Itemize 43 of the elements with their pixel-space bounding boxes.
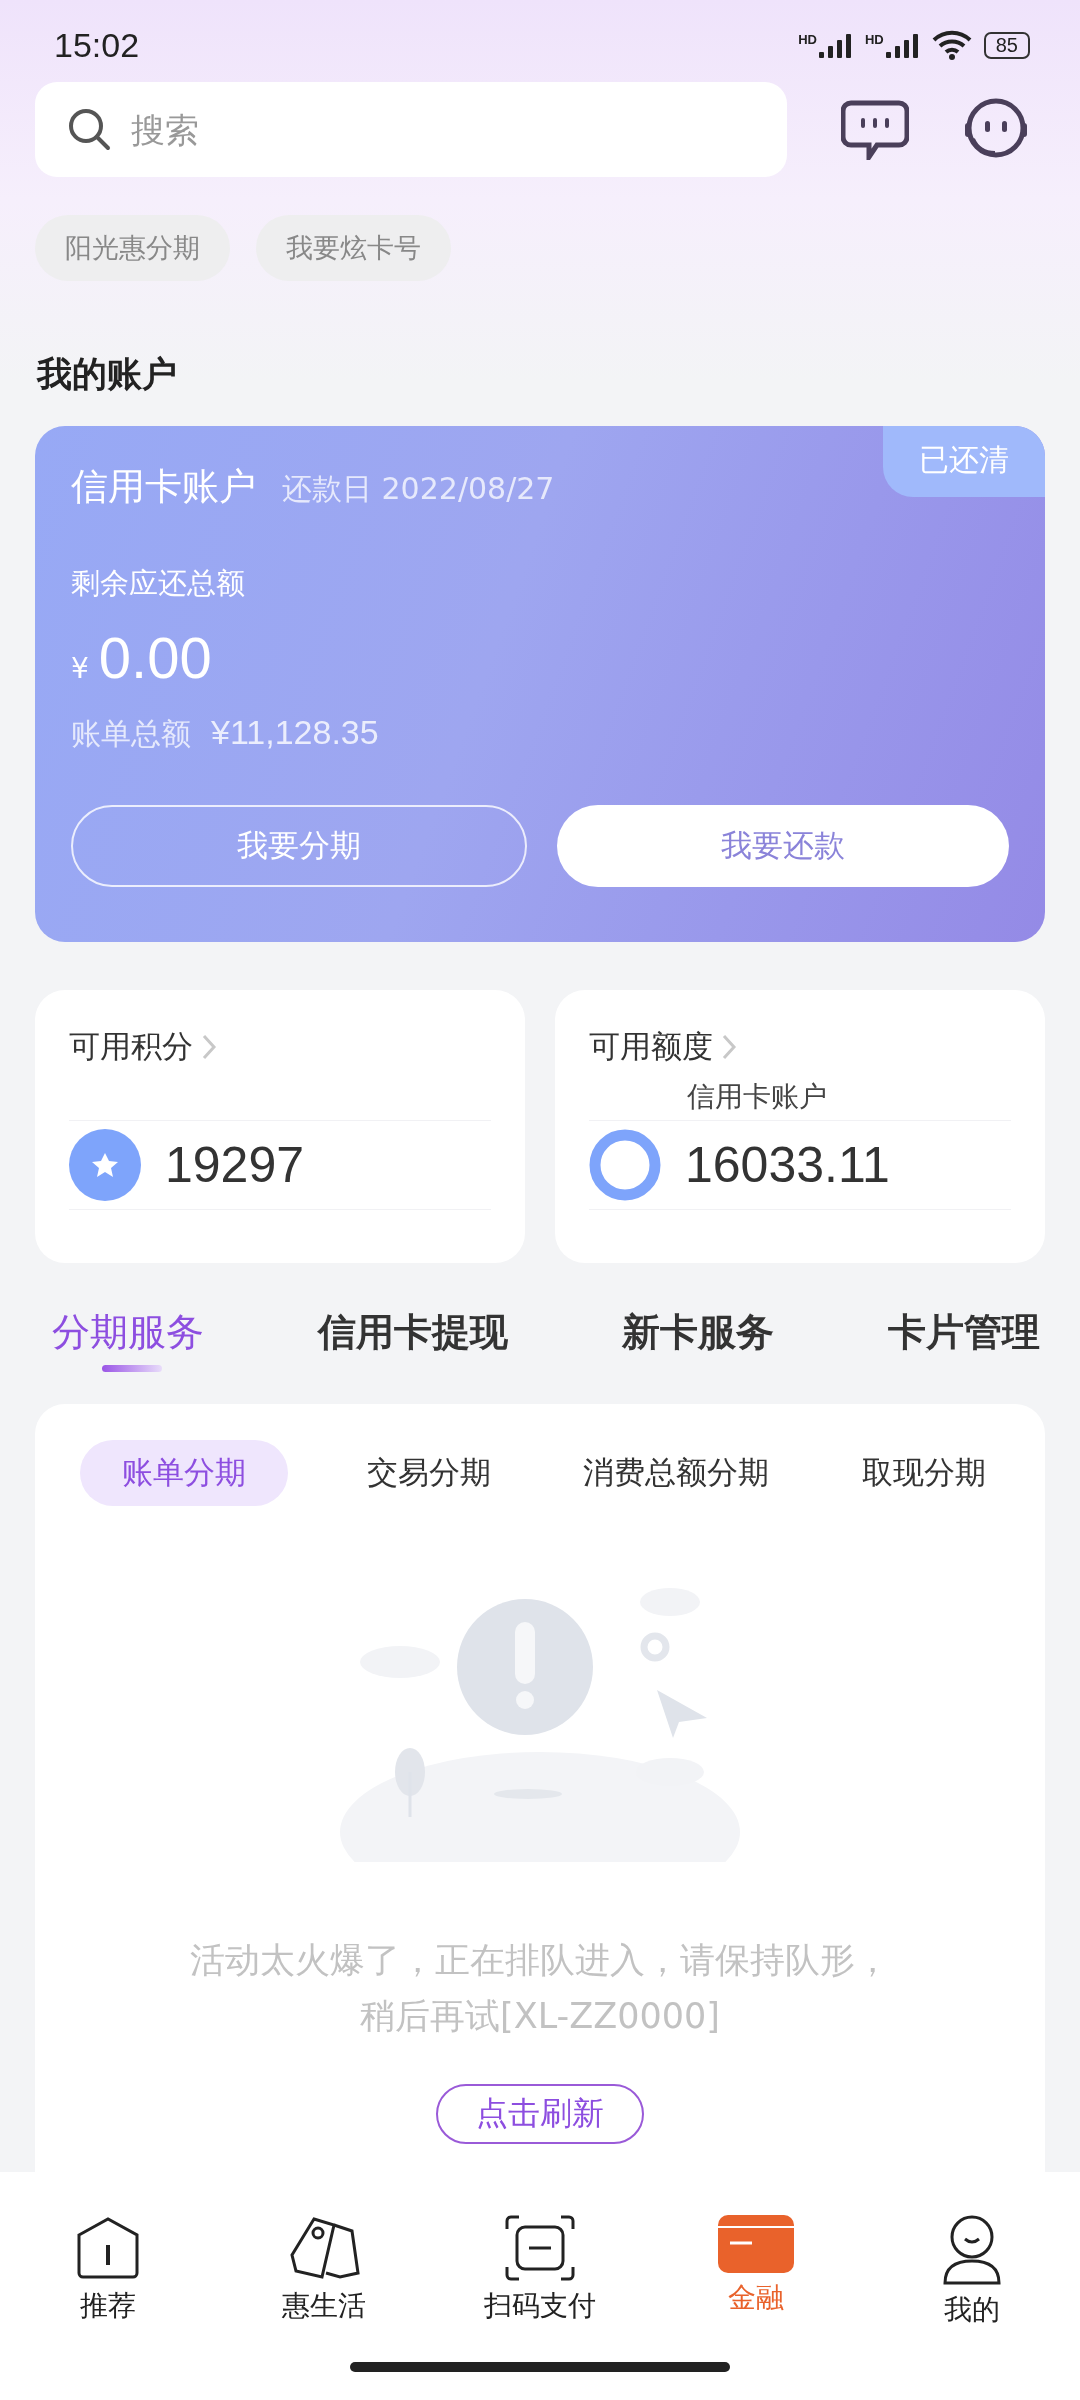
bill-amount: ¥11,128.35 xyxy=(211,713,379,752)
service-tab[interactable]: 卡片管理 xyxy=(888,1307,1040,1380)
chevron-right-icon xyxy=(201,1033,217,1061)
remaining-amount: 0.00 xyxy=(98,624,212,691)
summary-card[interactable]: 可用积分 19297 xyxy=(35,990,525,1263)
nav-item[interactable]: 推荐 xyxy=(8,2214,208,2330)
error-message: 活动太火爆了，正在排队进入，请保持队形，稍后再试[XL-ZZ0000] xyxy=(190,1939,890,2038)
ring-icon xyxy=(589,1129,661,1201)
section-title: 我的账户 xyxy=(35,353,178,396)
installment-tab[interactable]: 消费总额分期 xyxy=(569,1440,784,1506)
due-date: 还款日 2022/08/27 xyxy=(282,470,555,508)
search-icon xyxy=(67,107,111,151)
summary-subtitle: 信用卡账户 xyxy=(687,1079,828,1115)
card-title: 信用卡账户 xyxy=(71,464,256,510)
summary-card[interactable]: 可用额度 信用卡账户 16033.11 xyxy=(555,990,1045,1263)
summary-value: 16033.11 xyxy=(685,1136,890,1194)
message-button[interactable] xyxy=(841,99,909,160)
status-badge: 已还清 xyxy=(883,426,1045,497)
nav-item[interactable]: 我的 xyxy=(872,2214,1072,2330)
card-icon xyxy=(718,2215,794,2273)
battery-indicator: 85 xyxy=(983,31,1030,59)
remaining-label: 剩余应还总额 xyxy=(71,565,246,602)
person-icon xyxy=(943,2215,1001,2285)
service-tab[interactable]: 新卡服务 xyxy=(622,1307,774,1380)
nav-item[interactable]: 惠生活 xyxy=(224,2214,424,2330)
service-tab[interactable]: 分期服务 xyxy=(52,1307,204,1380)
wifi-icon xyxy=(931,30,972,60)
nav-item[interactable]: 扫码支付 xyxy=(440,2214,640,2330)
service-tab[interactable]: 信用卡提现 xyxy=(318,1307,508,1380)
scan-icon xyxy=(505,2215,575,2281)
home-icon xyxy=(75,2215,141,2281)
search-field[interactable]: 搜索 xyxy=(35,82,787,177)
installment-tab[interactable]: 账单分期 xyxy=(80,1440,288,1506)
installment-tab[interactable]: 取现分期 xyxy=(847,1440,1000,1506)
summary-value: 19297 xyxy=(165,1136,305,1194)
status-time: 15:02 xyxy=(54,25,140,65)
summary-title: 可用积分 xyxy=(69,1027,193,1066)
bill-label: 账单总额 xyxy=(71,715,191,753)
summary-title: 可用额度 xyxy=(589,1027,713,1066)
chevron-right-icon xyxy=(721,1033,737,1061)
installment-tab[interactable]: 交易分期 xyxy=(352,1440,505,1506)
refresh-button[interactable]: 点击刷新 xyxy=(436,2084,644,2144)
currency-sign: ¥ xyxy=(71,652,89,685)
